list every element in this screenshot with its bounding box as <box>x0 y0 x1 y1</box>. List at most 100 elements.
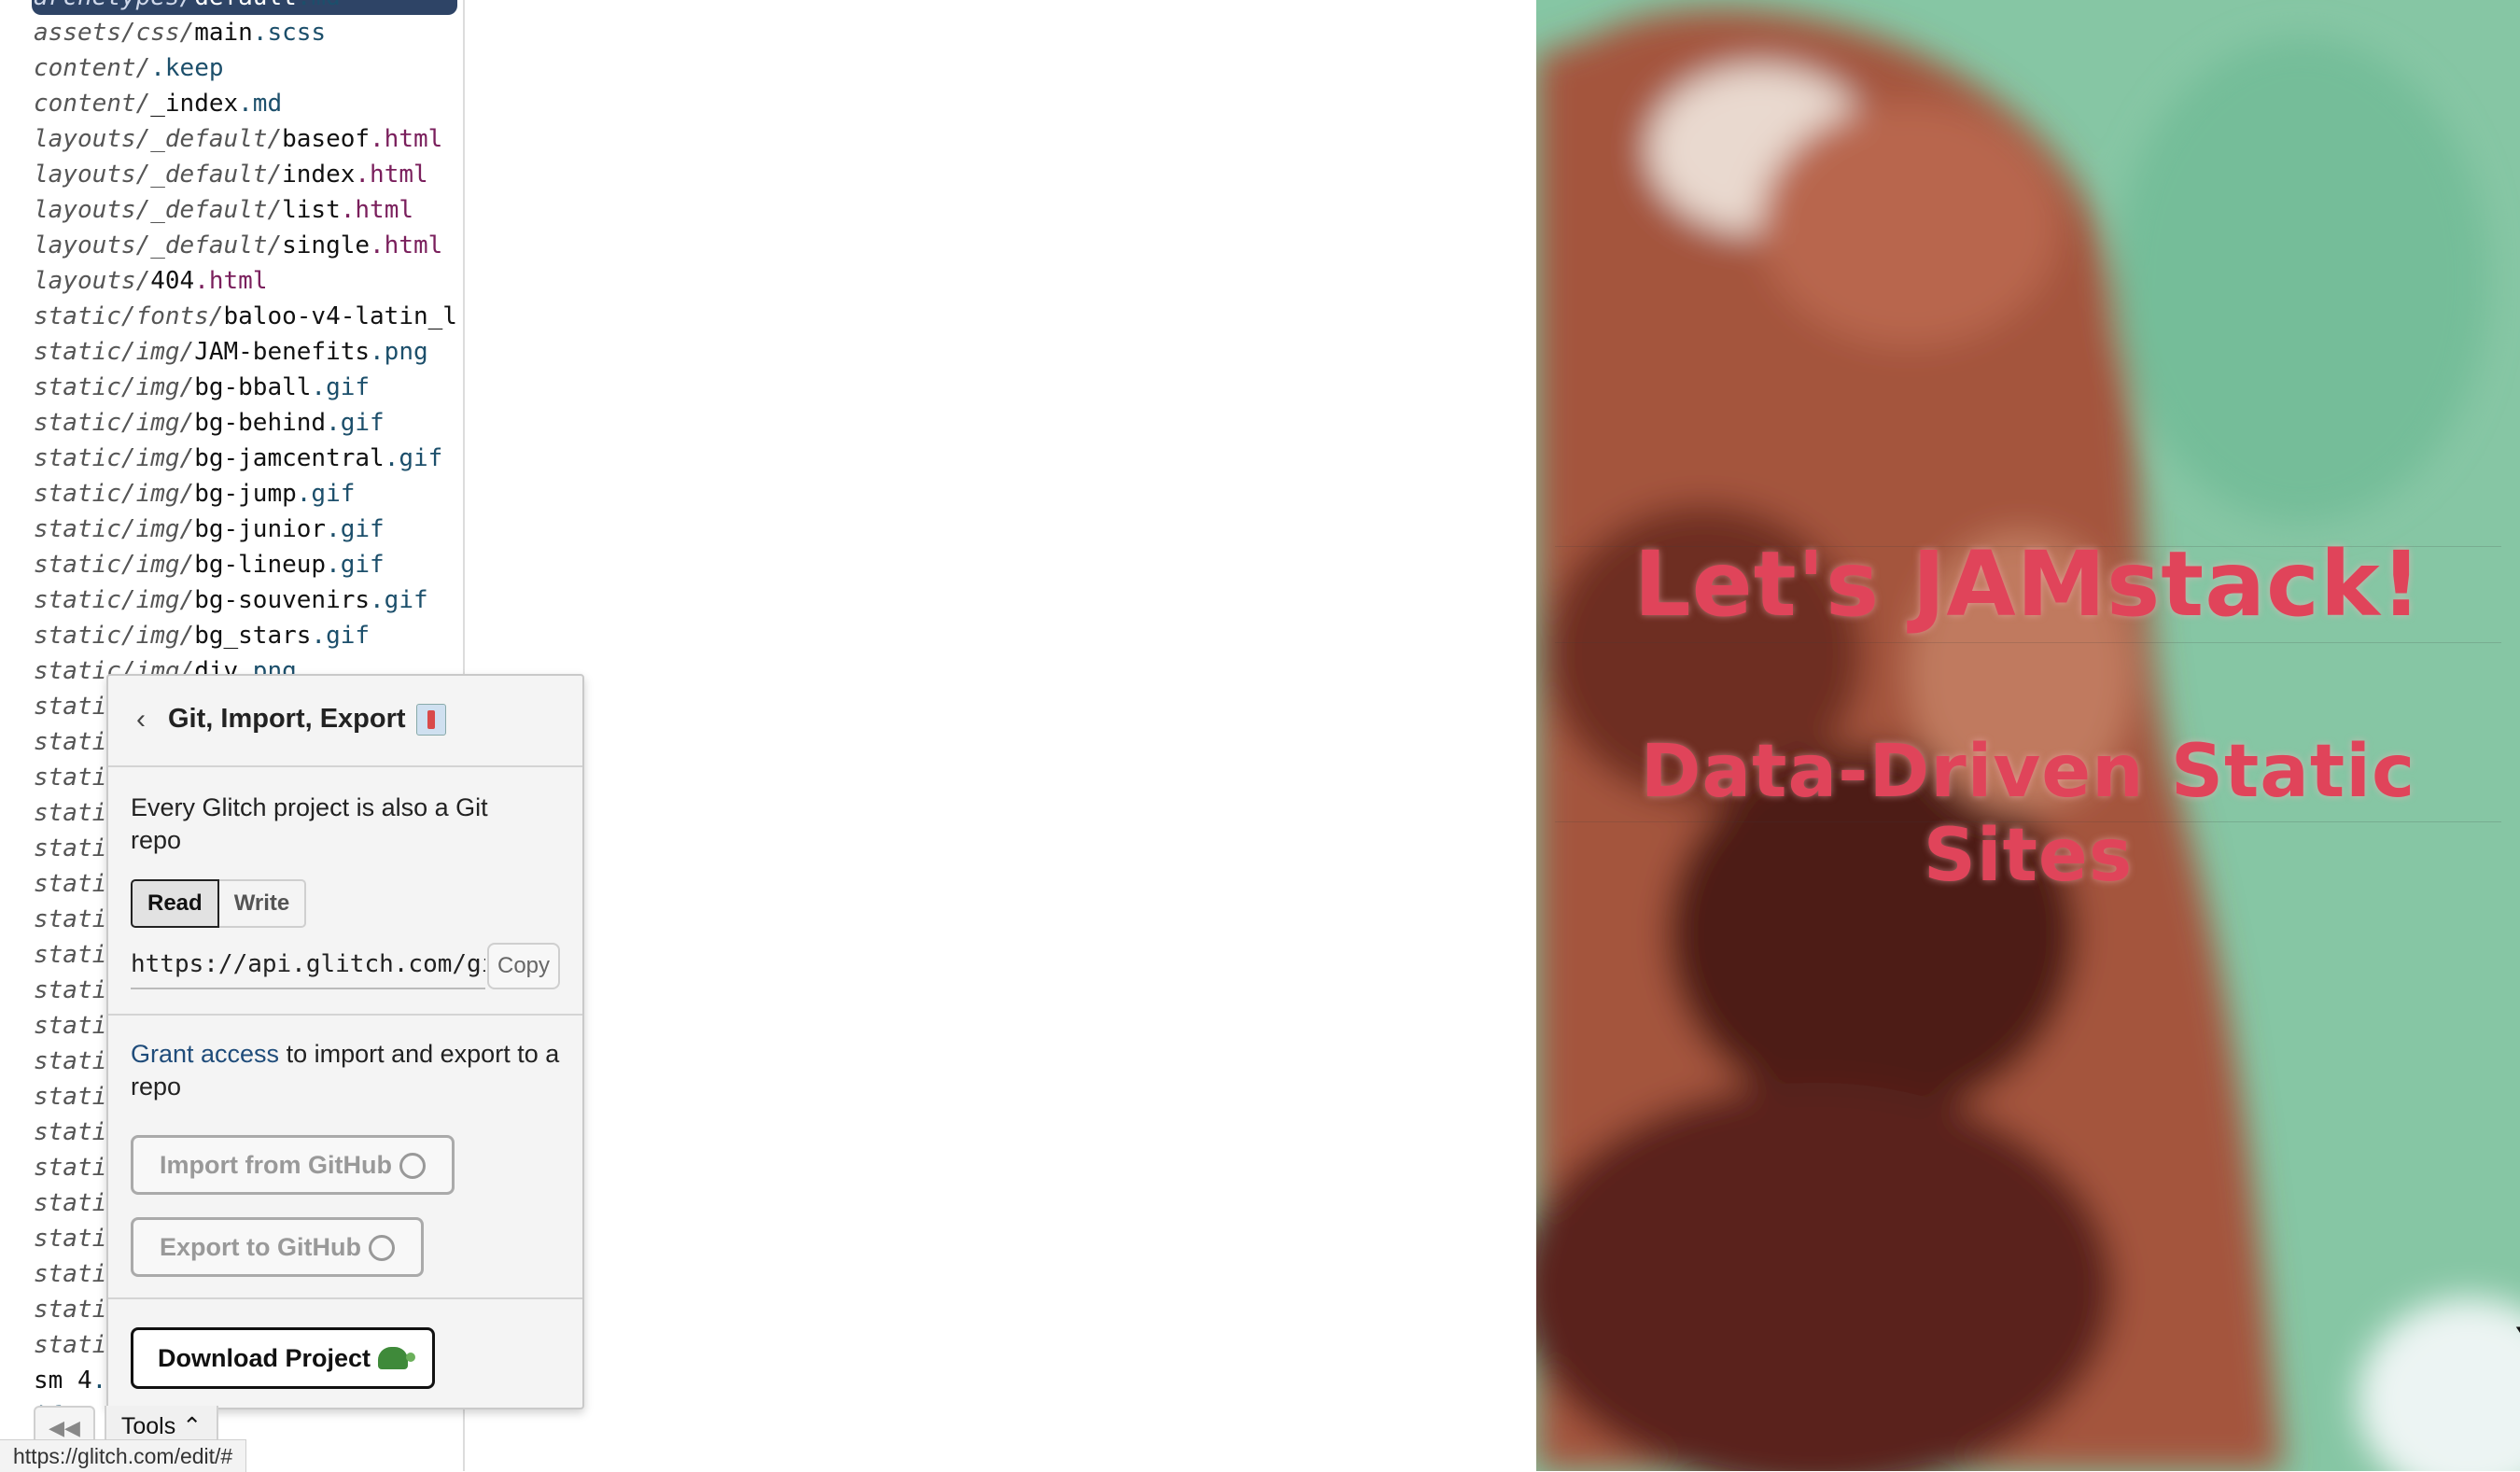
github-icon <box>368 1235 395 1261</box>
import-button-label: Import from GitHub <box>160 1151 392 1179</box>
file-tree-item[interactable]: layouts/_default/baseof.html <box>34 121 457 157</box>
github-section: Grant access to import and export to a r… <box>108 1016 582 1299</box>
popover-header: ‹ Git, Import, Export <box>108 676 582 767</box>
file-dir: stati <box>34 728 107 756</box>
file-dir: layouts/_default/ <box>34 231 283 259</box>
copy-url-button[interactable]: Copy <box>487 943 560 989</box>
file-name: baloo-v4-latin_l <box>223 302 457 330</box>
download-section: Download Project <box>108 1299 582 1409</box>
lighthouse-emoji-icon <box>416 704 446 736</box>
file-tree-item[interactable]: static/img/bg-junior.gif <box>34 512 457 547</box>
import-from-github-button[interactable]: Import from GitHub <box>131 1135 455 1195</box>
file-tree-item[interactable]: static/img/bg-behind.gif <box>34 405 457 441</box>
github-icon <box>399 1153 426 1179</box>
app-preview: Let's JAMstack! Data-Driven Static Sites <box>1536 0 2520 1471</box>
file-ext: .gif <box>326 551 385 579</box>
turtle-emoji-icon <box>378 1347 416 1369</box>
file-dir: layouts/_default/ <box>34 196 283 224</box>
file-ext: .gif <box>326 515 385 543</box>
file-dir: stati <box>34 1083 107 1111</box>
file-name: JAM-benefits <box>194 338 371 366</box>
download-project-button[interactable]: Download Project <box>131 1327 436 1389</box>
file-name: bg-souvenirs <box>194 586 371 614</box>
file-ext: .gif <box>311 622 371 650</box>
file-dir: stati <box>34 941 107 969</box>
file-tree-item[interactable]: layouts/_default/list.html <box>34 192 457 228</box>
chevron-left-icon[interactable]: ‹ <box>136 704 146 736</box>
file-dir: static/img/ <box>34 409 195 437</box>
file-tree-item[interactable]: layouts/404.html <box>34 263 457 299</box>
file-dir: static/img/ <box>34 338 195 366</box>
file-name: main <box>194 19 253 47</box>
file-dir: archetypes/ <box>34 0 194 11</box>
file-ext: .html <box>355 161 428 189</box>
file-name: bg-bball <box>194 373 312 401</box>
file-dir: stati <box>34 799 107 827</box>
file-ext: .md <box>238 90 283 118</box>
file-name: bg-behind <box>194 409 327 437</box>
file-ext: .html <box>370 125 443 153</box>
git-url-row: https://api.glitch.com/git Copy <box>131 941 560 989</box>
editor-pane[interactable] <box>465 0 1536 1471</box>
file-ext: .md <box>297 0 341 11</box>
file-ext: .keep <box>150 54 224 82</box>
file-dir: stati <box>34 1047 107 1075</box>
git-url-input[interactable]: https://api.glitch.com/git <box>131 941 485 989</box>
file-dir: layouts/ <box>34 267 151 295</box>
file-dir: stati <box>34 1118 107 1146</box>
file-tree-item[interactable]: layouts/_default/index.html <box>34 157 457 192</box>
file-name: bg-lineup <box>194 551 327 579</box>
file-tree-item[interactable]: content/_index.md <box>34 86 457 121</box>
file-ext: .gif <box>384 444 443 472</box>
file-ext: .gif <box>370 586 428 614</box>
file-dir: stati <box>34 905 107 933</box>
file-dir: stati <box>34 1225 107 1253</box>
file-dir: static/img/ <box>34 515 195 543</box>
file-name: list <box>282 196 341 224</box>
next-slide-icon[interactable]: ❯ <box>2503 1325 2520 1400</box>
file-dir: stati <box>34 693 107 721</box>
tools-label: Tools <box>120 1413 176 1439</box>
file-tree-item[interactable]: static/img/bg-bball.gif <box>34 370 457 405</box>
file-tree-item[interactable]: static/img/bg-souvenirs.gif <box>34 582 457 618</box>
file-name: single <box>282 231 371 259</box>
export-to-github-button[interactable]: Export to GitHub <box>131 1217 424 1277</box>
file-dir: layouts/_default/ <box>34 125 283 153</box>
file-dir: layouts/_default/ <box>34 161 283 189</box>
status-bar-url: https://glitch.com/edit/# <box>0 1439 247 1472</box>
file-tree-item[interactable]: static/img/bg-jump.gif <box>34 476 457 512</box>
file-dir: static/img/ <box>34 551 195 579</box>
access-mode-toggle: Read Write <box>131 879 307 928</box>
file-dir: static/img/ <box>34 373 195 401</box>
file-name: bg_stars <box>194 622 312 650</box>
file-dir: stati <box>34 976 107 1004</box>
download-button-label: Download Project <box>158 1344 371 1372</box>
popover-title: Git, Import, Export <box>168 704 406 734</box>
file-ext: .gif <box>326 409 385 437</box>
grant-access-text: Grant access to import and export to a r… <box>131 1038 560 1103</box>
file-tree-item[interactable]: layouts/_default/single.html <box>34 228 457 263</box>
file-name: 404 <box>150 267 195 295</box>
file-tree-item[interactable]: content/.keep <box>34 50 457 86</box>
file-name: baseof <box>282 125 371 153</box>
write-mode-button[interactable]: Write <box>218 879 307 928</box>
file-name: _index <box>150 90 239 118</box>
file-tree-item[interactable]: static/img/bg-jamcentral.gif <box>34 441 457 476</box>
file-tree-item[interactable]: static/img/JAM-benefits.png <box>34 334 457 370</box>
read-mode-button[interactable]: Read <box>131 879 219 928</box>
chevron-up-icon: ⌃ <box>182 1413 203 1439</box>
file-tree-item[interactable]: static/img/bg-lineup.gif <box>34 547 457 582</box>
file-tree-item[interactable]: static/img/bg_stars.gif <box>34 618 457 653</box>
file-dir: stati <box>34 870 107 898</box>
file-name: bg-junior <box>194 515 327 543</box>
file-tree-item[interactable]: static/fonts/baloo-v4-latin_l <box>34 299 457 334</box>
file-tree-item[interactable]: assets/css/main.scss <box>34 15 457 50</box>
file-ext: .scss <box>252 19 327 47</box>
grant-access-link[interactable]: Grant access <box>131 1040 279 1068</box>
file-name: default <box>194 0 297 11</box>
file-dir: assets/css/ <box>34 19 195 47</box>
file-tree-item[interactable]: archetypes/default.md <box>32 0 457 15</box>
file-ext: .gif <box>311 373 371 401</box>
preview-heading-secondary: Data-Driven Static Sites <box>1640 730 2416 898</box>
divider-line <box>1555 642 2501 643</box>
